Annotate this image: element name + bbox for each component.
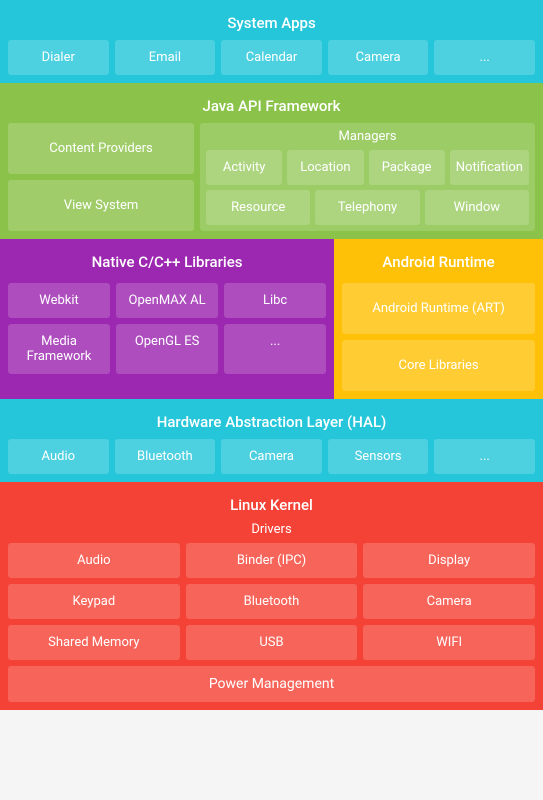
manager-cell: Package (369, 150, 445, 185)
native-lib-cell: Media Framework (8, 324, 110, 374)
system-app-cell: ... (434, 40, 535, 75)
view-system-cell: View System (8, 180, 194, 231)
power-management-cell: Power Management (8, 666, 535, 702)
manager-cell: Activity (206, 150, 282, 185)
driver-cell: WIFI (363, 625, 535, 660)
managers-title: Managers (206, 129, 529, 144)
linux-kernel-layer: Linux Kernel Drivers AudioBinder (IPC)Di… (0, 482, 543, 710)
android-runtime-cell: Core Libraries (342, 340, 535, 391)
driver-cell: Bluetooth (186, 584, 358, 619)
native-lib-cell: OpenGL ES (116, 324, 218, 374)
java-api-layer: Java API Framework Content Providers Vie… (0, 83, 543, 239)
managers-container: Managers ActivityLocationPackageNotifica… (200, 123, 535, 231)
hal-grid: AudioBluetoothCameraSensors... (8, 439, 535, 474)
native-libs-layer: Native C/C++ Libraries WebkitOpenMAX ALL… (0, 239, 334, 399)
system-apps-title: System Apps (8, 8, 535, 40)
manager-cell: Notification (450, 150, 529, 185)
native-libs-title: Native C/C++ Libraries (8, 247, 326, 279)
android-runtime-title: Android Runtime (342, 247, 535, 279)
driver-cell: Shared Memory (8, 625, 180, 660)
native-lib-cell: Webkit (8, 283, 110, 318)
managers-row1: ActivityLocationPackageNotification (206, 150, 529, 185)
hal-cell: Audio (8, 439, 109, 474)
driver-cell: Binder (IPC) (186, 543, 358, 578)
drivers-grid: AudioBinder (IPC)Display KeypadBluetoothC… (8, 543, 535, 660)
hal-cell: Bluetooth (115, 439, 216, 474)
manager-cell: Window (425, 190, 529, 225)
system-apps-grid: DialerEmailCalendarCamera... (8, 40, 535, 75)
java-api-title: Java API Framework (8, 91, 535, 123)
hal-cell: ... (434, 439, 535, 474)
system-app-cell: Camera (328, 40, 429, 75)
hal-cell: Camera (221, 439, 322, 474)
driver-cell: Keypad (8, 584, 180, 619)
driver-cell: Display (363, 543, 535, 578)
native-libs-grid: WebkitOpenMAX ALLibc Media FrameworkOpenG… (8, 283, 326, 374)
android-runtime-cell: Android Runtime (ART) (342, 283, 535, 334)
system-app-cell: Dialer (8, 40, 109, 75)
java-api-inner: Content Providers View System Managers A… (8, 123, 535, 231)
manager-cell: Location (287, 150, 363, 185)
android-runtime-layer: Android Runtime Android Runtime (ART) Cor… (334, 239, 543, 399)
driver-cell: USB (186, 625, 358, 660)
driver-cell: Audio (8, 543, 180, 578)
content-providers-cell: Content Providers (8, 123, 194, 174)
native-lib-cell: OpenMAX AL (116, 283, 218, 318)
java-api-left: Content Providers View System (8, 123, 194, 231)
manager-cell: Telephony (315, 190, 419, 225)
native-lib-cell: Libc (224, 283, 326, 318)
drivers-title: Drivers (8, 522, 535, 537)
linux-kernel-title: Linux Kernel (8, 490, 535, 522)
system-app-cell: Email (115, 40, 216, 75)
manager-cell: Resource (206, 190, 310, 225)
system-app-cell: Calendar (221, 40, 322, 75)
hal-layer: Hardware Abstraction Layer (HAL) AudioBl… (0, 399, 543, 482)
hal-title: Hardware Abstraction Layer (HAL) (8, 407, 535, 439)
hal-cell: Sensors (328, 439, 429, 474)
system-apps-layer: System Apps DialerEmailCalendarCamera... (0, 0, 543, 83)
android-runtime-grid: Android Runtime (ART) Core Libraries (342, 283, 535, 391)
managers-row2: ResourceTelephonyWindow (206, 190, 529, 225)
driver-cell: Camera (363, 584, 535, 619)
native-lib-cell: ... (224, 324, 326, 374)
native-runtime-row: Native C/C++ Libraries WebkitOpenMAX ALL… (0, 239, 543, 399)
